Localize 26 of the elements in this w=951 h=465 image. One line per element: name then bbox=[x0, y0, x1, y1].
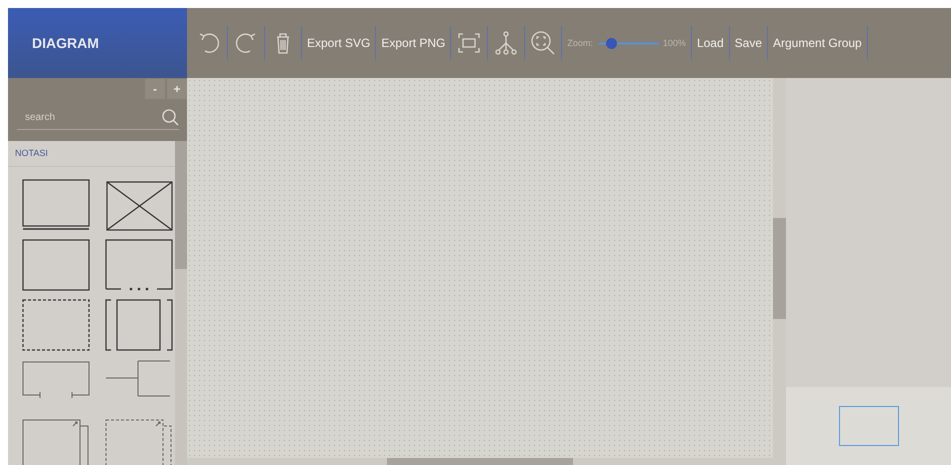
toolbar-button[interactable]: Load bbox=[696, 36, 724, 50]
double-bottom-rectangle-icon[interactable] bbox=[22, 179, 92, 231]
search-field[interactable]: search bbox=[17, 105, 161, 129]
crossed-rectangle-icon[interactable] bbox=[105, 179, 175, 231]
canvas-grid[interactable] bbox=[187, 78, 773, 458]
scrollbar-thumb[interactable] bbox=[175, 141, 187, 269]
rectangle-icon[interactable] bbox=[22, 239, 92, 291]
scrollbar-thumb[interactable] bbox=[773, 218, 786, 319]
collapse-button[interactable]: - bbox=[145, 79, 165, 99]
viewport-frame[interactable] bbox=[838, 406, 898, 446]
toolbar-button[interactable]: Export PNG bbox=[381, 36, 446, 50]
toolbar-button[interactable]: Save bbox=[734, 36, 762, 50]
scrollbar-thumb[interactable] bbox=[387, 458, 573, 465]
zoom-label: Zoom: bbox=[567, 38, 593, 48]
slider-thumb[interactable] bbox=[606, 38, 617, 48]
dotted-rectangle-icon[interactable] bbox=[105, 239, 175, 291]
toolbar-button[interactable]: Argument Group bbox=[773, 36, 862, 50]
app-title: DIAGRAM bbox=[32, 35, 99, 51]
bracketed-square-icon[interactable] bbox=[105, 299, 175, 351]
toolbar-button[interactable]: Export SVG bbox=[307, 36, 370, 50]
zoom-value: 100% bbox=[662, 38, 686, 48]
search-icon[interactable] bbox=[161, 108, 179, 126]
zoom-icon[interactable] bbox=[530, 30, 556, 56]
expand-button[interactable]: + bbox=[167, 79, 187, 99]
tree-icon[interactable] bbox=[493, 30, 520, 56]
dashed-rectangle-icon[interactable] bbox=[22, 299, 92, 351]
